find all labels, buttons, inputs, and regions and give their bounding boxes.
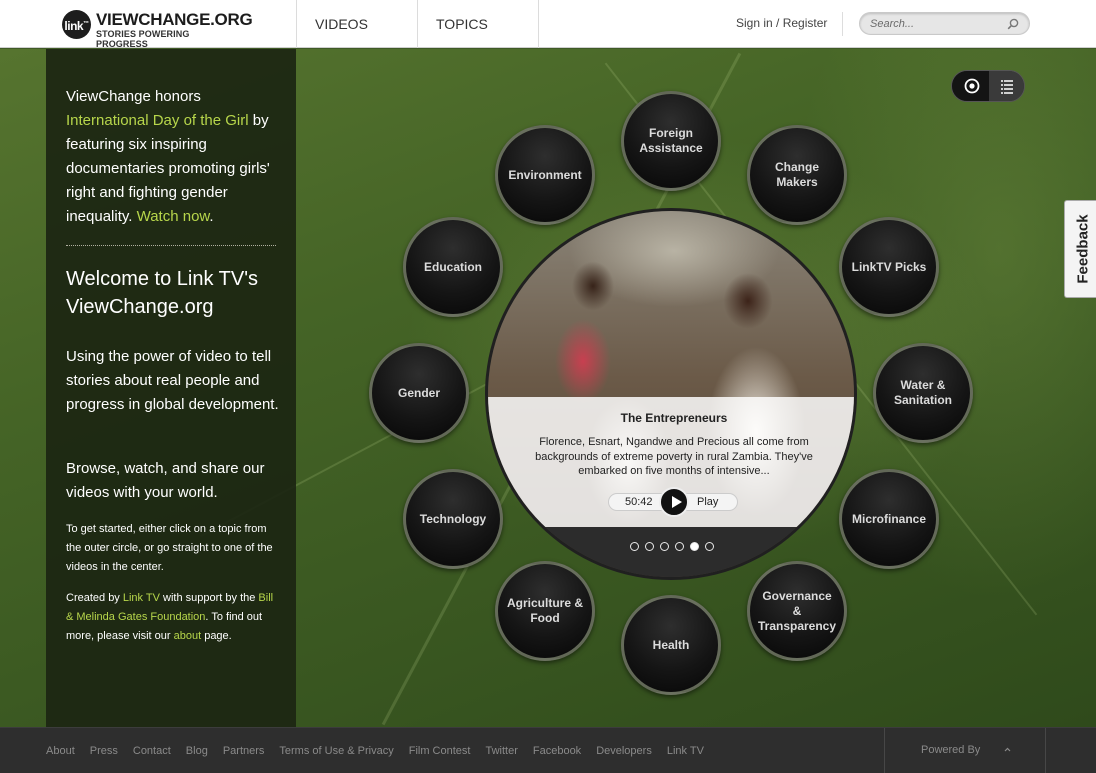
nav-videos[interactable]: VIDEOS [296,0,418,48]
register-link[interactable]: Register [783,16,828,30]
play-icon[interactable] [659,487,689,517]
search-icon[interactable] [1007,18,1019,30]
video-info-overlay: The Entrepreneurs Florence, Esnart, Ngan… [488,397,854,527]
promo-text: . [209,208,214,225]
site-logo[interactable]: link™ VIEWCHANGE.ORG STORIES POWERING PR… [62,9,253,49]
list-view-button[interactable] [989,71,1024,101]
link-tv-link[interactable]: Link TV [123,592,160,604]
credits-text-part: Created by [66,592,123,604]
logo-tagline: STORIES POWERING PROGRESS [96,29,190,49]
carousel-dot[interactable] [675,542,684,551]
welcome-heading: Welcome to Link TV's ViewChange.org [66,268,259,318]
topic-change-makers[interactable]: Change Makers [747,125,847,225]
feedback-label: Feedback [1074,214,1091,284]
carousel-dot[interactable] [660,542,669,551]
topic-gender[interactable]: Gender [369,343,469,443]
topic-water-sanitation[interactable]: Water & Sanitation [873,343,973,443]
footer-link-press[interactable]: Press [90,745,118,757]
intro-panel: ViewChange honors International Day of t… [46,49,296,727]
footer-link-blog[interactable]: Blog [186,745,208,757]
video-description: Florence, Esnart, Ngandwe and Precious a… [535,436,813,477]
play-button-label[interactable]: Play [697,496,718,508]
view-toggle [951,70,1025,102]
carousel-dot-active[interactable] [690,542,699,551]
footer-link-twitter[interactable]: Twitter [485,745,517,757]
site-header: link™ VIEWCHANGE.ORG STORIES POWERING PR… [0,0,1096,49]
watch-now-link[interactable]: Watch now [137,208,210,225]
day-of-girl-promo: ViewChange honors International Day of t… [66,85,280,229]
credits-text-part: page. [201,630,232,642]
topic-foreign-assistance[interactable]: Foreign Assistance [621,91,721,191]
footer-link-link-tv[interactable]: Link TV [667,745,704,757]
footer-link-developers[interactable]: Developers [596,745,652,757]
caret-up-icon [1004,747,1011,752]
play-bar: 50:42 Play [608,487,738,517]
feedback-tab[interactable]: Feedback [1064,200,1096,298]
nav-topics[interactable]: TOPICS [417,0,539,48]
footer-link-terms[interactable]: Terms of Use & Privacy [279,745,393,757]
footer-links: About Press Contact Blog Partners Terms … [46,728,719,773]
featured-video-circle: The Entrepreneurs Florence, Esnart, Ngan… [485,208,857,580]
search-box [859,12,1030,35]
powered-by-dropdown[interactable]: Powered By [884,728,1046,773]
credits-text-part: with support by the [159,592,259,604]
carousel-dot[interactable] [645,542,654,551]
footer-link-film-contest[interactable]: Film Contest [409,745,471,757]
footer-link-contact[interactable]: Contact [133,745,171,757]
search-input[interactable] [870,16,1005,32]
footer-link-partners[interactable]: Partners [223,745,265,757]
topic-environment[interactable]: Environment [495,125,595,225]
browse-text: Browse, watch, and share our videos with… [66,460,265,501]
video-title[interactable]: The Entrepreneurs [488,411,854,425]
list-icon [1001,80,1013,94]
powered-by-label: Powered By [921,744,981,756]
credits-text: Created by Link TV with support by the B… [66,589,280,646]
target-icon [964,78,980,94]
carousel-dot[interactable] [630,542,639,551]
account-links: Sign in / Register [736,16,827,30]
topic-linktv-picks[interactable]: LinkTV Picks [839,217,939,317]
mission-text: Using the power of video to tell stories… [66,348,279,413]
site-footer: About Press Contact Blog Partners Terms … [0,727,1096,773]
circle-view-button[interactable] [952,71,989,101]
promo-text: ViewChange honors [66,88,201,105]
dotted-divider [66,245,276,246]
link-tv-logo-badge: link™ [62,10,91,39]
carousel-band [488,527,854,577]
carousel-dot[interactable] [705,542,714,551]
account-separator: / [772,16,783,30]
day-of-girl-link[interactable]: International Day of the Girl [66,112,249,129]
topic-microfinance[interactable]: Microfinance [839,469,939,569]
topic-health[interactable]: Health [621,595,721,695]
header-divider [842,12,843,36]
video-duration: 50:42 [625,496,653,508]
footer-link-facebook[interactable]: Facebook [533,745,581,757]
footer-link-about[interactable]: About [46,745,75,757]
getting-started-text: To get started, either click on a topic … [66,523,273,573]
logo-title: VIEWCHANGE.ORG [96,10,253,29]
about-link[interactable]: about [174,630,202,642]
sign-in-link[interactable]: Sign in [736,16,773,30]
